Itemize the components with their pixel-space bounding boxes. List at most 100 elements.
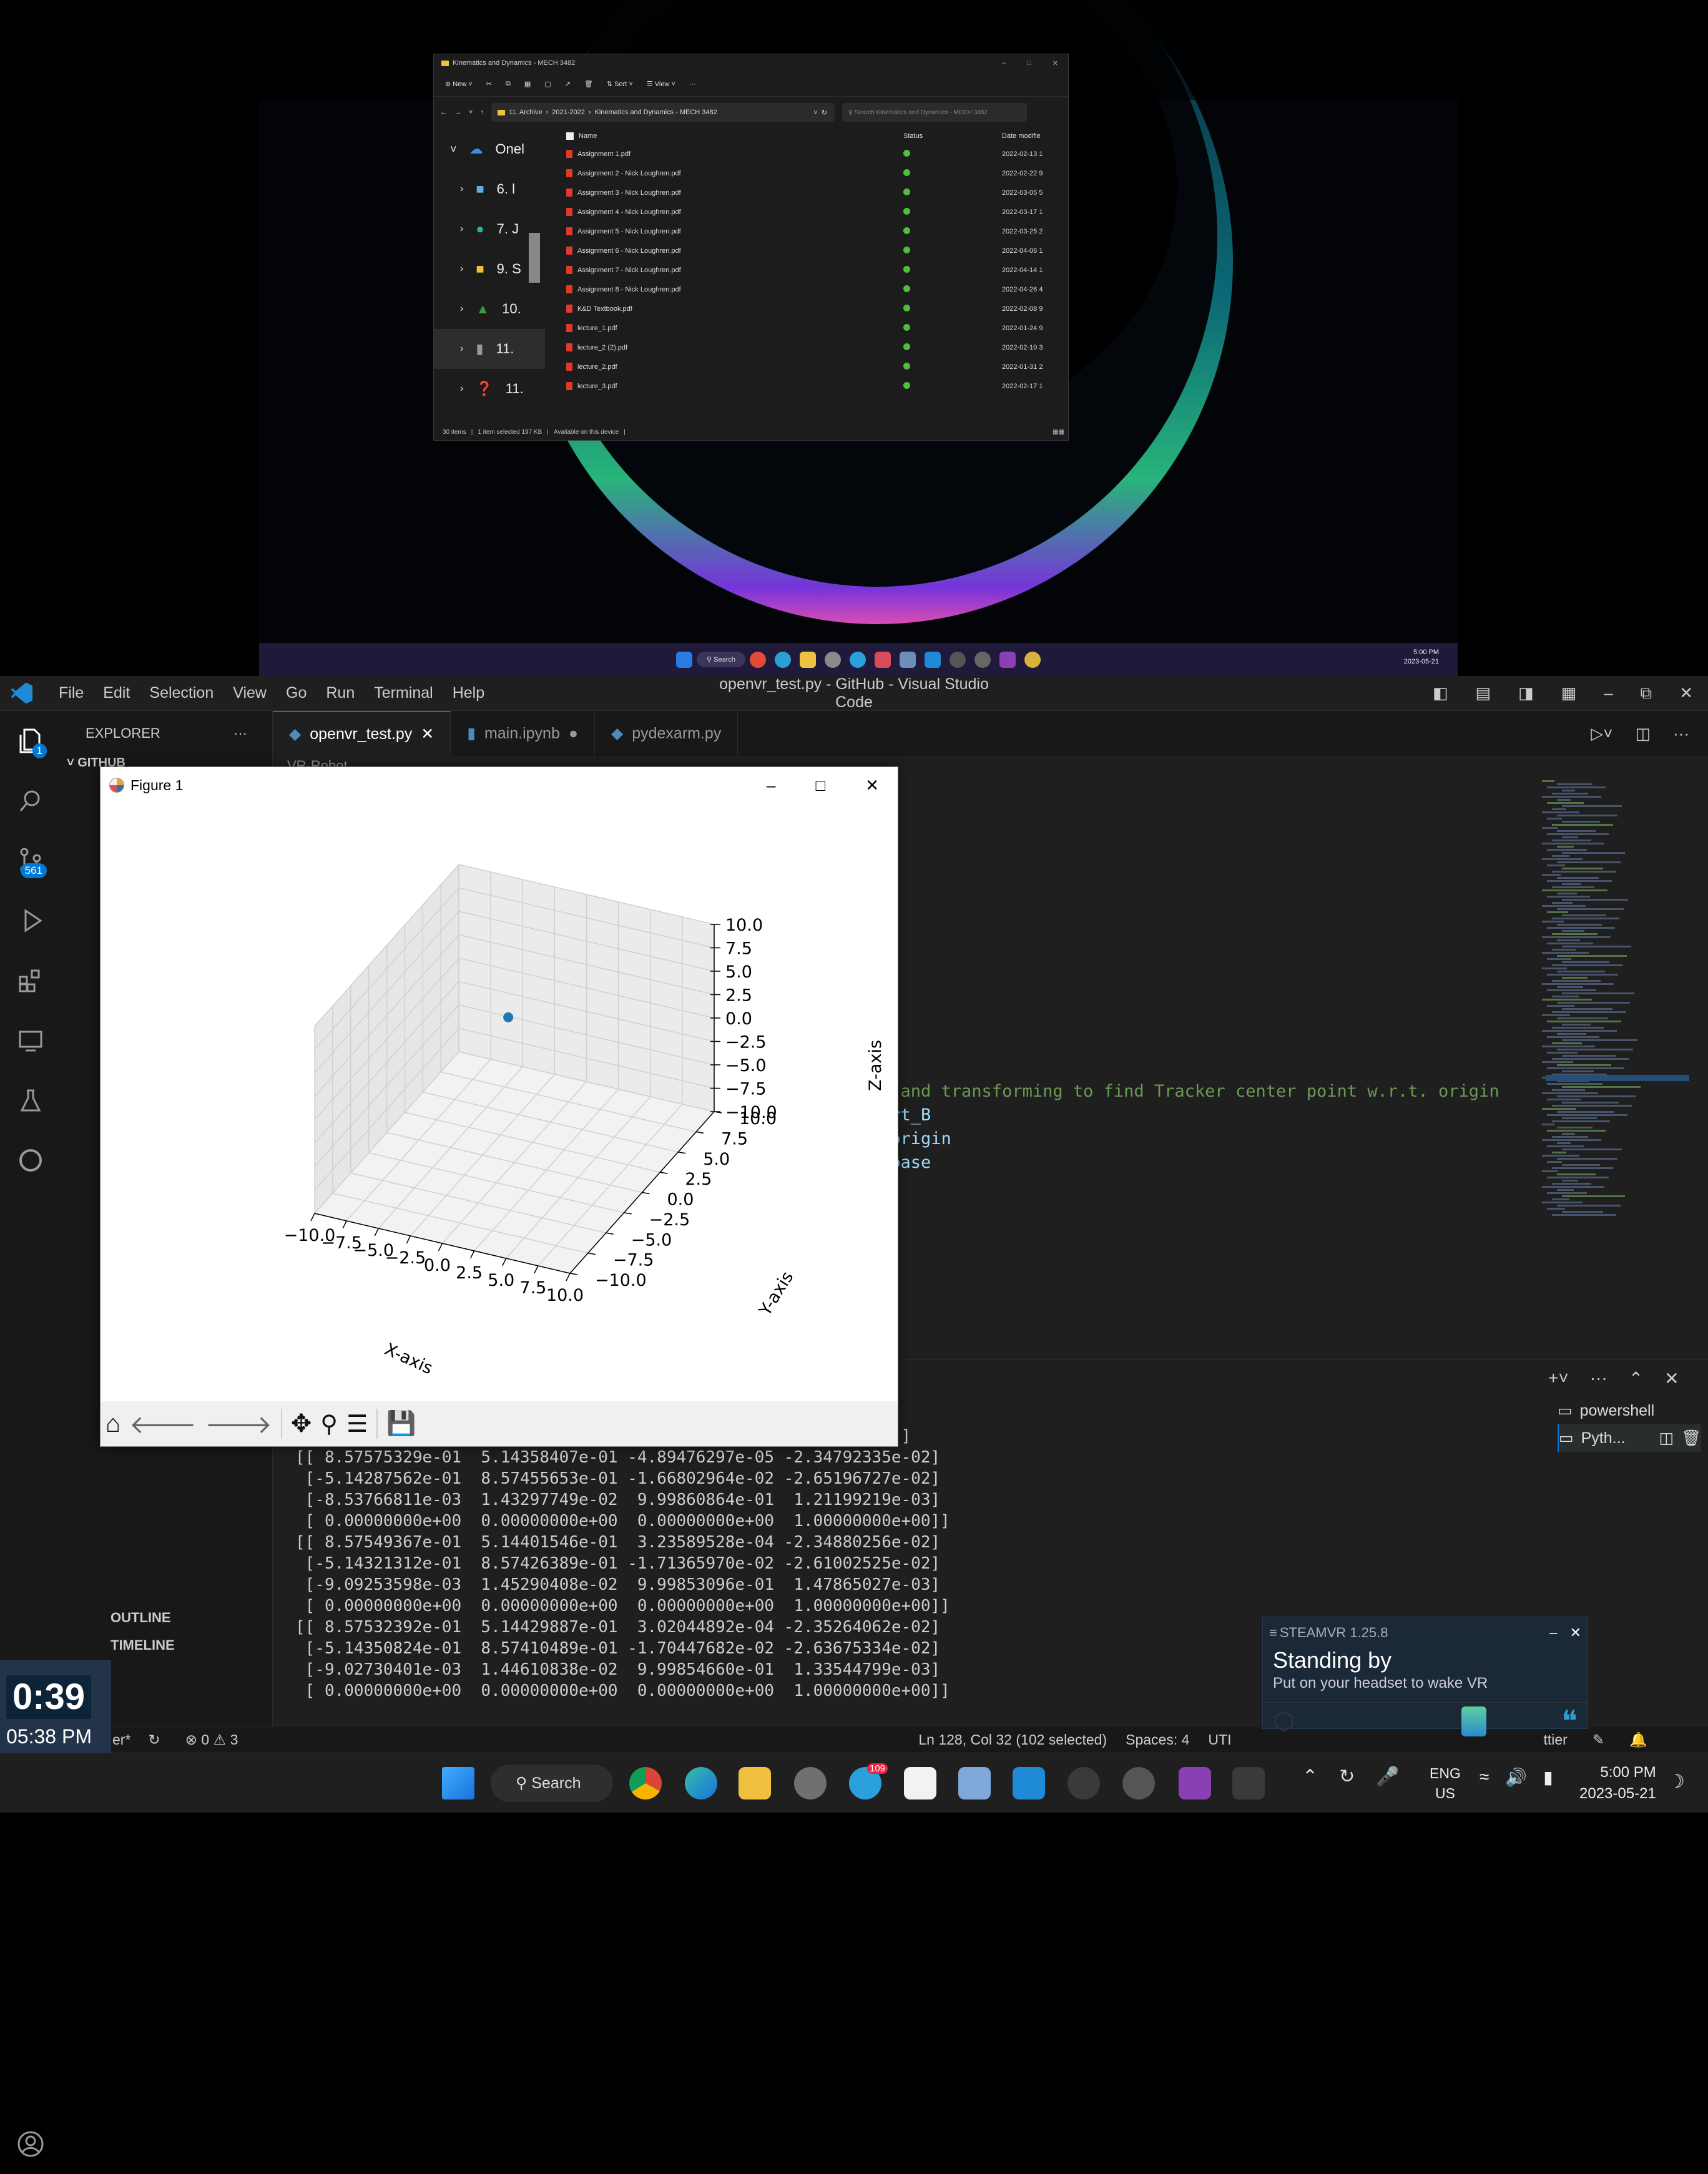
- search-box[interactable]: ⚲ Search: [697, 652, 745, 667]
- close-tab-icon[interactable]: ✕: [421, 725, 434, 743]
- toggle-panel-icon[interactable]: ▤: [1475, 683, 1491, 703]
- file-row[interactable]: Assignment 7 - Nick Loughren.pdf 2022-04-…: [552, 260, 1064, 280]
- tab-pydexarm[interactable]: ◆ pydexarm.py: [595, 711, 739, 756]
- file-row[interactable]: K&D Textbook.pdf 2022-02-08 9: [552, 299, 1064, 318]
- maximize-icon[interactable]: □: [1027, 59, 1031, 67]
- search-box[interactable]: ⚲ Search: [491, 1765, 613, 1802]
- quick-settings[interactable]: ≈ 🔊 ▮: [1480, 1767, 1553, 1788]
- more-actions-icon[interactable]: ···: [1673, 724, 1689, 743]
- 3d-scatter-plot[interactable]: −10.0−7.5−5.0−2.50.0 2.5 5.0 7.5 10.0−10.0−7…: [101, 803, 899, 1403]
- share-icon[interactable]: ↗: [565, 80, 571, 88]
- snipping-icon[interactable]: [874, 651, 891, 668]
- breadcrumb-0[interactable]: 11. Archive: [509, 109, 542, 116]
- file-row[interactable]: Assignment 8 - Nick Loughren.pdf 2022-04-…: [552, 280, 1064, 299]
- settings-icon[interactable]: [794, 1767, 827, 1799]
- col-date[interactable]: Date modifie: [1002, 132, 1052, 140]
- minimize-icon[interactable]: –: [1604, 683, 1612, 703]
- nav-item-6[interactable]: › ■ 6. l: [434, 169, 545, 209]
- new-terminal-icon[interactable]: +˅: [1548, 1368, 1569, 1389]
- close-icon[interactable]: ✕: [1053, 59, 1058, 67]
- code-editor[interactable]: n and transforming to find Tracker cente…: [880, 1080, 1499, 1175]
- address-bar[interactable]: 11. Archive › 2021-2022 › Kinematics and…: [491, 103, 835, 122]
- cursor-position[interactable]: Ln 128, Col 32 (102 selected): [918, 1731, 1107, 1748]
- delete-icon[interactable]: 🗑: [584, 80, 593, 88]
- restore-icon[interactable]: ⧉: [1641, 683, 1652, 703]
- copy-icon[interactable]: ⧉: [506, 80, 511, 88]
- breadcrumb-2[interactable]: Kinematics and Dynamics - MECH 3482: [595, 109, 717, 116]
- search-input[interactable]: ⚲ Search Kinematics and Dynamics - MECH …: [842, 103, 1027, 122]
- edge-tools-icon[interactable]: [0, 1130, 61, 1190]
- run-debug-icon[interactable]: [0, 891, 61, 951]
- file-explorer-icon[interactable]: [739, 1767, 771, 1799]
- file-row[interactable]: Assignment 5 - Nick Loughren.pdf 2022-03-…: [552, 222, 1064, 241]
- more-actions-icon[interactable]: ···: [233, 725, 272, 742]
- timeline-section[interactable]: TIMELINE: [110, 1637, 175, 1653]
- vr-icon[interactable]: [974, 651, 991, 668]
- system-clock[interactable]: 5:00 PM 2023-05-21: [1579, 1762, 1656, 1804]
- nav-item-onedrive[interactable]: ˅ ☁ Onel: [434, 129, 545, 169]
- sync-icon[interactable]: ↻: [148, 1731, 160, 1748]
- file-row[interactable]: Assignment 1.pdf 2022-02-13 1: [552, 144, 1064, 164]
- chrome-icon[interactable]: [629, 1767, 662, 1799]
- sort-button[interactable]: ⇅ Sort ˅: [607, 80, 633, 88]
- gear-app-icon[interactable]: [1068, 1767, 1100, 1799]
- file-row[interactable]: Assignment 6 - Nick Loughren.pdf 2022-04-…: [552, 241, 1064, 260]
- file-row[interactable]: Assignment 2 - Nick Loughren.pdf 2022-02-…: [552, 164, 1064, 183]
- forward-icon[interactable]: →: [454, 109, 461, 116]
- vscode-icon[interactable]: [1013, 1767, 1045, 1799]
- split-terminal-icon[interactable]: ◫: [1659, 1429, 1674, 1447]
- vr-icon[interactable]: [1122, 1767, 1155, 1799]
- menu-help[interactable]: Help: [453, 684, 484, 702]
- menu-selection[interactable]: Selection: [149, 684, 214, 702]
- home-icon[interactable]: ⌂: [106, 1410, 120, 1438]
- encoding[interactable]: UTI: [1208, 1731, 1231, 1748]
- toggle-sidebar-icon[interactable]: ◧: [1433, 683, 1448, 703]
- search-icon[interactable]: [0, 771, 61, 831]
- python-figure-icon[interactable]: [1232, 1767, 1265, 1799]
- pan-icon[interactable]: ✥: [291, 1409, 312, 1438]
- notifications-icon[interactable]: 🔔: [1629, 1731, 1647, 1748]
- customize-layout-icon[interactable]: ▦: [1561, 683, 1577, 703]
- menu-terminal[interactable]: Terminal: [374, 684, 433, 702]
- back-icon[interactable]: ←: [440, 109, 447, 116]
- rename-icon[interactable]: ▢: [544, 80, 551, 88]
- indentation[interactable]: Spaces: 4: [1126, 1731, 1189, 1748]
- menu-run[interactable]: Run: [326, 684, 355, 702]
- focus-assist-icon[interactable]: ☽: [1668, 1771, 1685, 1793]
- onenote-icon[interactable]: [1179, 1767, 1211, 1799]
- microphone-icon[interactable]: 🎤: [1376, 1766, 1399, 1788]
- telegram-icon[interactable]: 109: [849, 1763, 888, 1799]
- accounts-icon[interactable]: [0, 2114, 61, 2174]
- more-button[interactable]: ···: [689, 81, 696, 88]
- minimize-icon[interactable]: –: [1002, 59, 1006, 67]
- explorer-titlebar[interactable]: Kinematics and Dynamics - MECH 3482 – □ …: [434, 54, 1068, 72]
- chrome-icon[interactable]: [749, 651, 766, 668]
- maximize-icon[interactable]: □: [815, 776, 825, 795]
- run-icon[interactable]: ▷˅: [1591, 724, 1612, 743]
- terminal-item-powershell[interactable]: ▭ powershell: [1558, 1397, 1701, 1424]
- matplotlib-figure-window[interactable]: Figure 1 – □ ✕ −10.0 −7.5 −5.0 −2.5 0.0 2.5 5.…: [100, 766, 898, 1447]
- save-icon[interactable]: 💾: [386, 1410, 416, 1437]
- file-row[interactable]: lecture_2.pdf 2022-01-31 2: [552, 357, 1064, 376]
- more-actions-icon[interactable]: ···: [1590, 1368, 1607, 1389]
- nav-scrollbar[interactable]: [529, 233, 540, 283]
- tab-openvr-test[interactable]: ◆ openvr_test.py ✕: [273, 711, 451, 756]
- vscode-icon[interactable]: [924, 651, 941, 668]
- select-all-checkbox[interactable]: [566, 132, 574, 140]
- tab-main-ipynb[interactable]: ▮ main.ipynb ●: [451, 711, 595, 756]
- controller-icon[interactable]: [1461, 1706, 1487, 1736]
- refresh-icon[interactable]: ˅ ↻: [813, 109, 835, 117]
- breadcrumb-1[interactable]: 2021-2022: [552, 109, 585, 116]
- up-icon[interactable]: ↑: [480, 109, 484, 116]
- close-icon[interactable]: ✕: [1679, 683, 1693, 703]
- branch-status[interactable]: er*: [112, 1731, 130, 1748]
- onenote-icon[interactable]: [999, 651, 1016, 668]
- view-toggle-icon[interactable]: ▦▦: [1053, 429, 1068, 436]
- python-icon[interactable]: [1024, 651, 1041, 668]
- col-name[interactable]: Name: [579, 132, 597, 140]
- figure-titlebar[interactable]: Figure 1 – □ ✕: [101, 767, 898, 803]
- testing-icon[interactable]: [0, 1070, 61, 1130]
- menu-file[interactable]: File: [59, 684, 84, 702]
- start-icon[interactable]: [442, 1767, 474, 1799]
- remote-explorer-icon[interactable]: [0, 1011, 61, 1070]
